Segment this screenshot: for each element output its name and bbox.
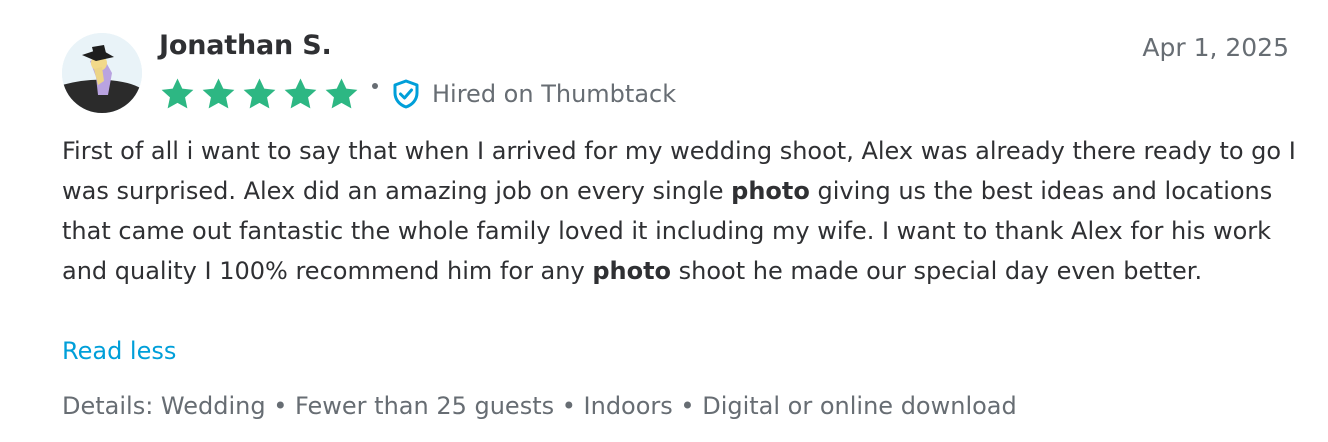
review-card: Jonathan S. Apr 1, 2025 Hired on Thumbta… [0,0,1328,442]
star-icon [284,77,317,108]
avatar [62,33,142,113]
review-text-part: shoot he made our special day even bette… [671,257,1203,285]
star-icon [243,77,276,108]
read-less-link[interactable]: Read less [62,331,176,371]
shield-check-icon [393,79,419,109]
star-icon [202,77,235,108]
highlight-keyword: photo [731,177,810,205]
hired-badge-label: Hired on Thumbtack [432,80,677,108]
review-text: First of all i want to say that when I a… [62,131,1302,291]
review-date: Apr 1, 2025 [1142,33,1289,62]
separator-dot [372,83,378,89]
rating-row: Hired on Thumbtack [159,74,676,114]
highlight-keyword: photo [592,257,672,285]
star-rating [159,76,364,113]
reviewer-name: Jonathan S. [159,30,332,61]
review-details: Details: Wedding • Fewer than 25 guests … [62,392,1017,420]
star-icon [161,77,194,108]
avatar-illustration [62,33,142,113]
star-icon [325,77,358,108]
